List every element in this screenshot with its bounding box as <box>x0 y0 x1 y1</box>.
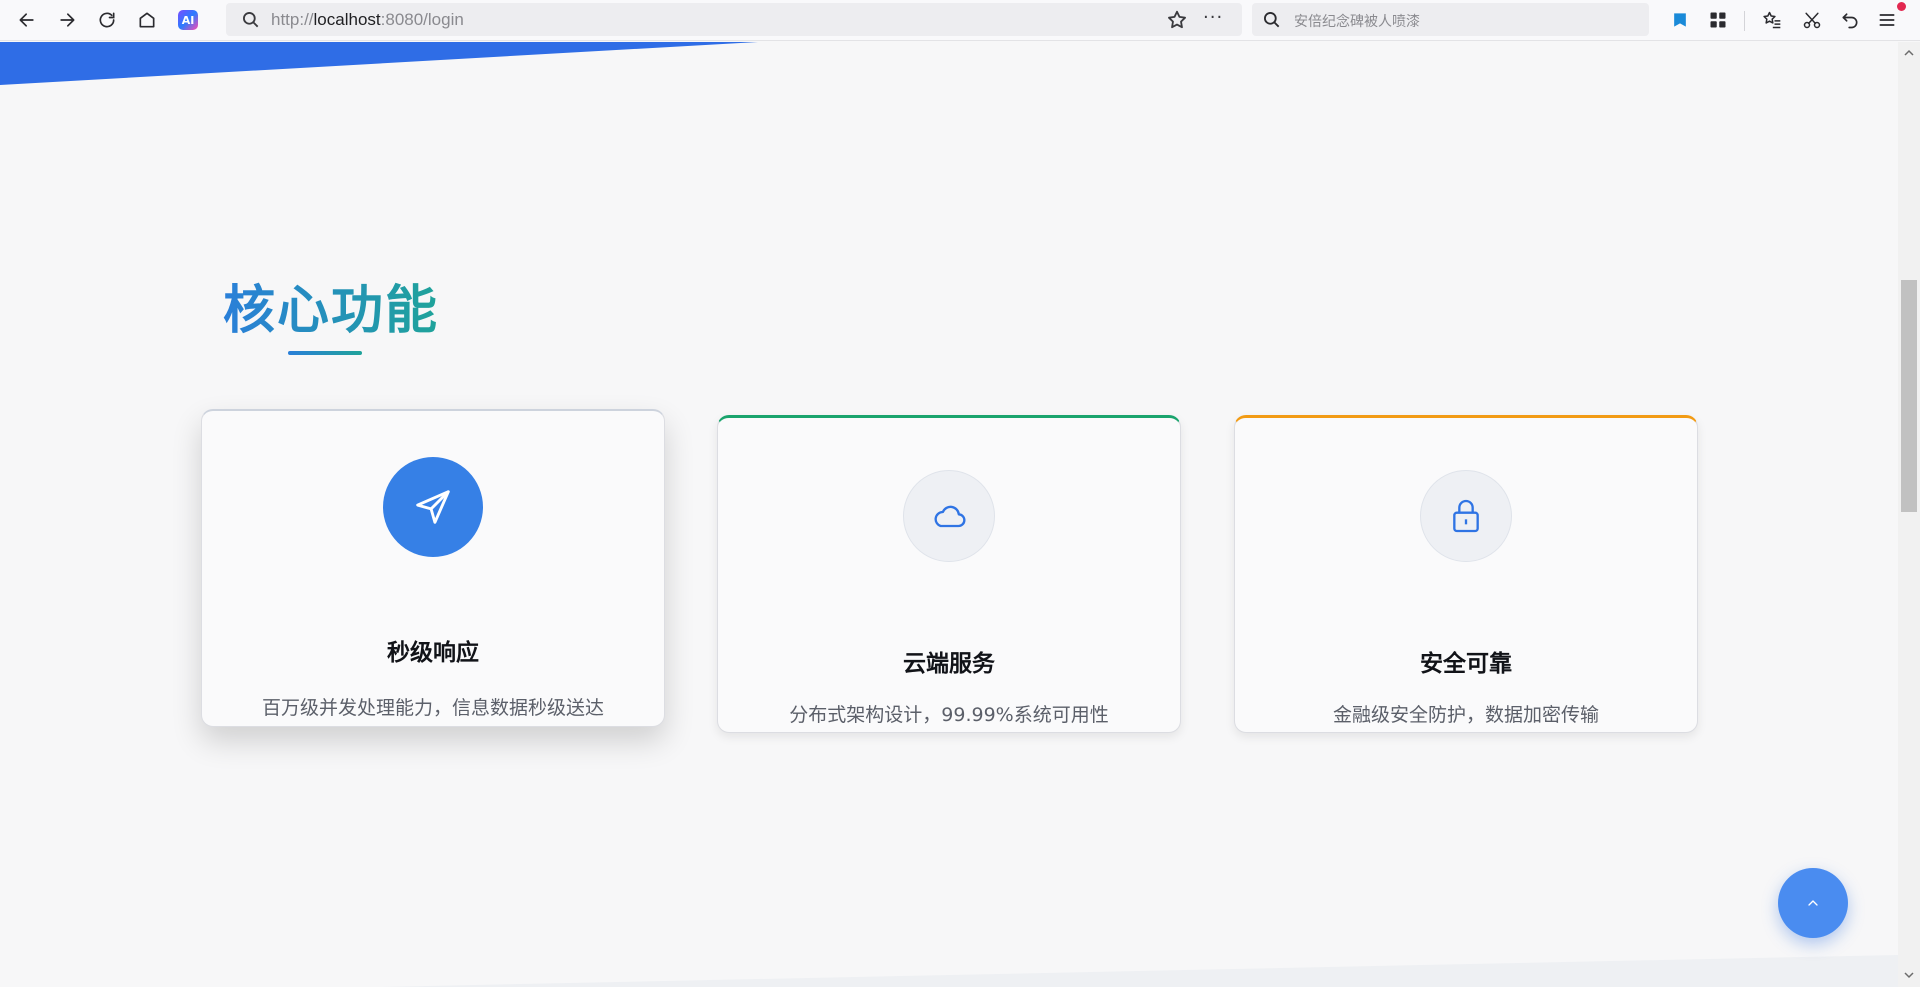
title-underline <box>288 351 362 355</box>
lock-icon <box>1453 499 1479 533</box>
scroll-down-arrow-icon[interactable] <box>1904 970 1914 980</box>
url-path: :8080/login <box>380 10 464 29</box>
section-title: 核心功能 <box>223 268 439 343</box>
feature-card-title: 云端服务 <box>903 651 995 677</box>
bookmark-book-icon <box>1674 13 1686 27</box>
page-actions-menu[interactable]: ··· <box>1203 7 1223 28</box>
search-placeholder: 安倍纪念碑被人喷漆 <box>1294 14 1420 30</box>
search-icon <box>243 12 259 28</box>
chevron-up-icon <box>1808 900 1818 906</box>
page-content: 核心功能 秒级响应 百万级并发处理能力，信息数据秒级送达 云端服务 分布式架构设… <box>0 42 1898 987</box>
screenshot-button[interactable] <box>1797 6 1827 34</box>
feature-card-description: 分布式架构设计，99.99%系统可用性 <box>789 704 1109 726</box>
feature-card-description: 金融级安全防护，数据加密传输 <box>1332 704 1599 726</box>
feature-card-response[interactable]: 秒级响应 百万级并发处理能力，信息数据秒级送达 <box>201 409 665 727</box>
reload-button[interactable] <box>92 6 122 34</box>
toolbar-separator <box>1744 11 1745 31</box>
star-list-icon <box>1763 11 1781 29</box>
scrollbar-thumb[interactable] <box>1901 280 1917 512</box>
feature-icon-badge <box>903 470 995 562</box>
scroll-up-arrow-icon[interactable] <box>1904 48 1914 58</box>
favorites-button[interactable] <box>1757 6 1787 34</box>
arrow-right-icon <box>60 13 75 27</box>
bookmark-star-icon[interactable] <box>1166 9 1188 31</box>
apps-grid-button[interactable] <box>1703 6 1733 34</box>
feature-card-cloud[interactable]: 云端服务 分布式架构设计，99.99%系统可用性 <box>717 415 1181 733</box>
scissors-icon <box>1803 12 1821 29</box>
back-to-top-button[interactable] <box>1778 868 1848 938</box>
arrow-left-icon <box>19 13 34 27</box>
feature-icon-badge <box>1420 470 1512 562</box>
back-button[interactable] <box>12 6 42 34</box>
feature-card-security[interactable]: 安全可靠 金融级安全防护，数据加密传输 <box>1234 415 1698 733</box>
reload-icon <box>99 12 115 28</box>
search-icon <box>1264 12 1280 28</box>
footer-decoration <box>380 955 1898 987</box>
bookmark-extension-button[interactable] <box>1665 6 1695 34</box>
page-scrollbar[interactable] <box>1898 42 1920 987</box>
feature-card-title: 安全可靠 <box>1420 651 1512 677</box>
main-menu-button[interactable] <box>1872 6 1902 34</box>
url-scheme: http:// <box>271 10 314 29</box>
url-text[interactable]: http://localhost:8080/login <box>271 10 464 30</box>
home-button[interactable] <box>132 6 162 34</box>
home-icon <box>139 12 155 28</box>
grid-icon <box>1710 12 1726 28</box>
hamburger-menu-icon <box>1879 14 1895 26</box>
search-bar[interactable]: 安倍纪念碑被人喷漆 <box>1252 3 1649 36</box>
send-icon <box>416 490 450 524</box>
header-decoration <box>0 42 758 85</box>
undo-button[interactable] <box>1835 6 1865 34</box>
forward-button[interactable] <box>52 6 82 34</box>
ai-extension-icon[interactable]: AI <box>178 10 198 30</box>
cloud-icon <box>934 505 966 528</box>
browser-toolbar: AI http://localhost:8080/login ··· 安倍纪念碑… <box>0 0 1920 41</box>
url-bar[interactable]: http://localhost:8080/login ··· <box>226 3 1242 36</box>
feature-card-description: 百万级并发处理能力，信息数据秒级送达 <box>261 697 604 719</box>
notification-dot <box>1897 2 1906 11</box>
feature-icon-badge <box>383 457 483 557</box>
feature-card-title: 秒级响应 <box>387 640 479 666</box>
undo-icon <box>1842 13 1858 29</box>
url-host: localhost <box>313 10 381 29</box>
